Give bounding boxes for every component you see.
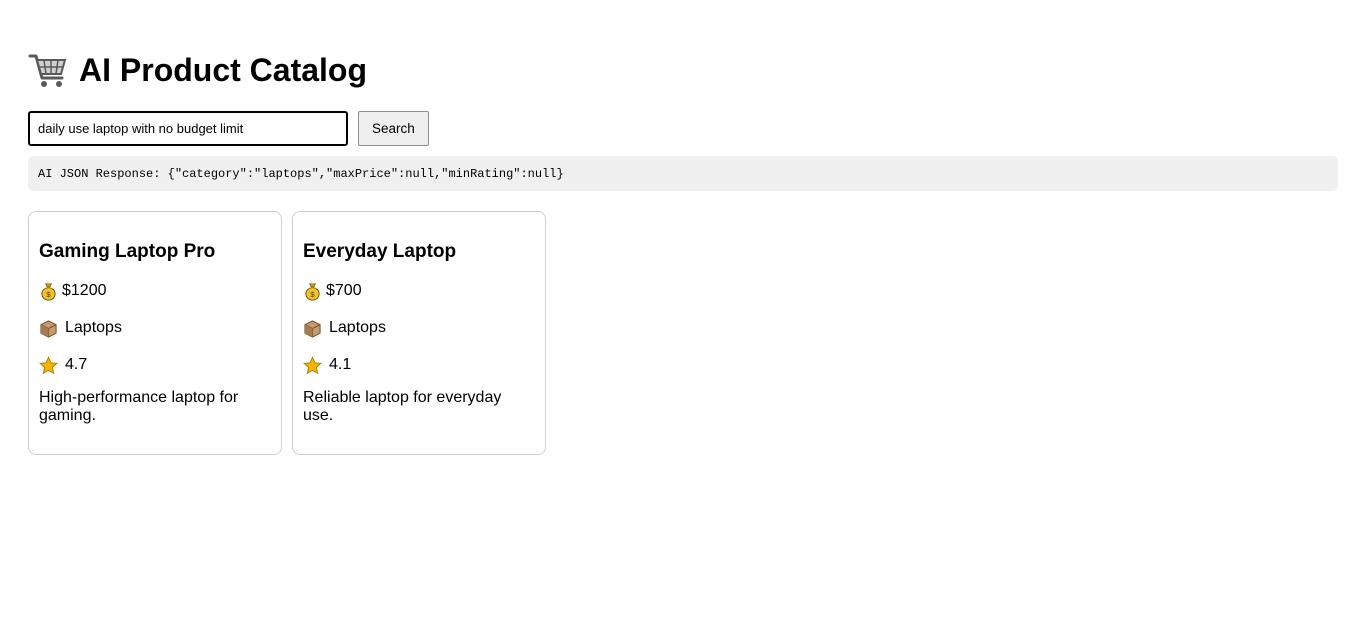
product-price-row: $ $1200 — [39, 281, 271, 301]
package-icon — [40, 319, 57, 338]
shopping-cart-icon — [28, 54, 67, 87]
money-bag-icon: $ — [305, 283, 320, 301]
package-icon — [304, 319, 321, 338]
product-list: Gaming Laptop Pro $ $1200 Laptops 4.7 Hi… — [28, 211, 1338, 455]
product-category: Laptops — [329, 319, 386, 336]
product-rating-row: 4.1 — [303, 355, 535, 375]
product-card: Everyday Laptop $ $700 Laptops 4.1 Relia… — [292, 211, 546, 455]
product-name: Everyday Laptop — [303, 241, 457, 262]
search-bar: Search — [28, 111, 1338, 146]
product-description: High-performance laptop for gaming. — [39, 389, 239, 424]
star-icon — [39, 355, 58, 374]
ai-json-response: AI JSON Response: {"category":"laptops",… — [28, 156, 1338, 191]
product-price: $700 — [326, 282, 362, 299]
product-category-row: Laptops — [39, 318, 271, 338]
product-description: Reliable laptop for everyday use. — [303, 389, 502, 424]
product-category-row: Laptops — [303, 318, 535, 338]
search-button[interactable]: Search — [358, 111, 429, 146]
page-title: AI Product Catalog — [79, 52, 368, 88]
product-price: $1200 — [62, 282, 107, 299]
product-rating-row: 4.7 — [39, 355, 271, 375]
money-bag-icon: $ — [41, 283, 56, 301]
product-name: Gaming Laptop Pro — [39, 241, 216, 262]
product-card: Gaming Laptop Pro $ $1200 Laptops 4.7 Hi… — [28, 211, 282, 455]
product-category: Laptops — [65, 319, 122, 336]
product-rating: 4.7 — [65, 356, 88, 373]
search-input[interactable] — [28, 111, 348, 146]
product-price-row: $ $700 — [303, 281, 535, 301]
star-icon — [303, 355, 322, 374]
header: AI Product Catalog — [28, 50, 1338, 90]
product-rating: 4.1 — [329, 356, 352, 373]
page: AI Product Catalog Search AI JSON Respon… — [0, 0, 1366, 475]
